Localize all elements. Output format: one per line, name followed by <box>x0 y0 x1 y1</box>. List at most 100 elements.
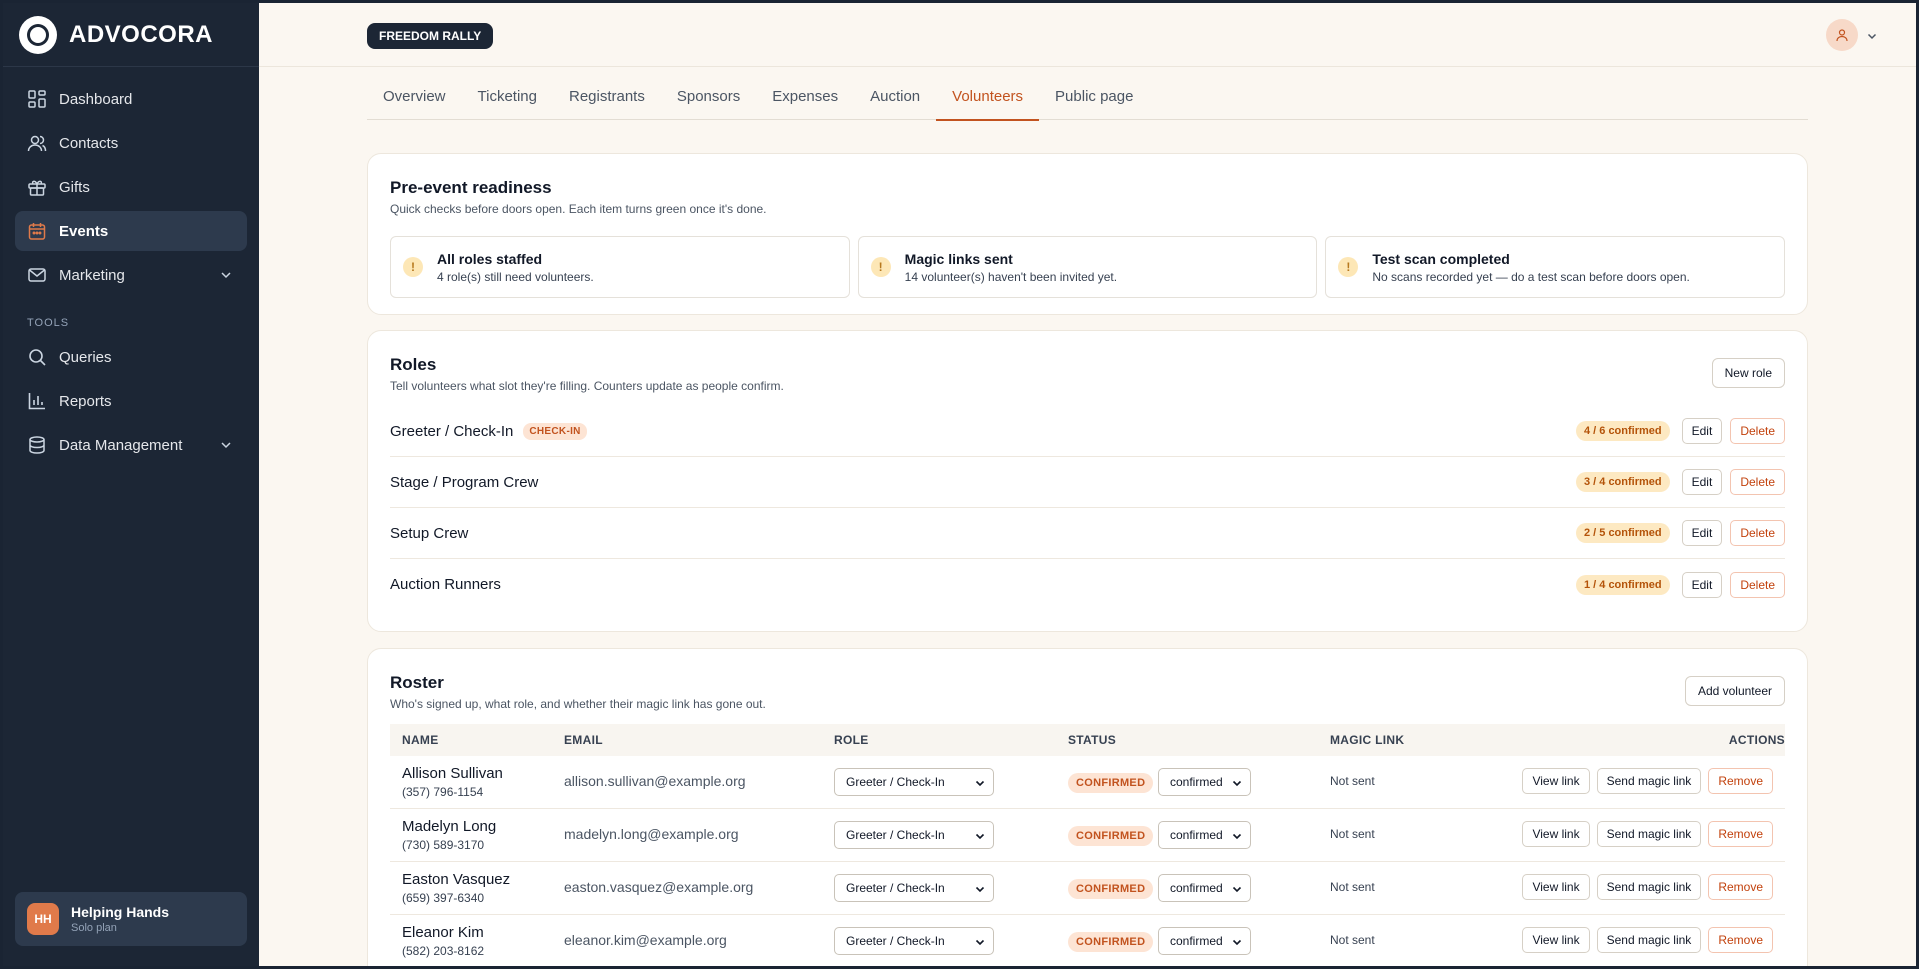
sidebar-item-reports[interactable]: Reports <box>15 381 247 421</box>
status-select[interactable]: confirmed <box>1158 874 1251 902</box>
sidebar-item-dashboard[interactable]: Dashboard <box>15 79 247 119</box>
check-desc: 4 role(s) still need volunteers. <box>437 269 594 284</box>
remove-volunteer-button[interactable]: Remove <box>1708 874 1773 900</box>
tab-ticketing[interactable]: Ticketing <box>462 85 553 120</box>
edit-role-button[interactable]: Edit <box>1681 469 1723 495</box>
column-header-actions: ACTIONS <box>1728 733 1785 747</box>
chevron-down-icon <box>1232 780 1242 787</box>
status-badge: CONFIRMED <box>1068 773 1154 793</box>
status-select-value: confirmed <box>1170 828 1223 842</box>
sidebar-item-queries[interactable]: Queries <box>15 337 247 377</box>
volunteer-name: Easton Vasquez <box>402 871 511 888</box>
role-select[interactable]: Greeter / Check-In <box>834 927 994 955</box>
roster-subtitle: Who's signed up, what role, and whether … <box>390 697 766 711</box>
row-actions: View link Send magic link Remove <box>1522 821 1773 847</box>
readiness-title: Pre-event readiness <box>390 178 552 197</box>
remove-volunteer-button[interactable]: Remove <box>1708 927 1773 953</box>
user-avatar-button[interactable] <box>1826 19 1858 51</box>
status-select[interactable]: confirmed <box>1158 927 1251 955</box>
role-select[interactable]: Greeter / Check-In <box>834 874 994 902</box>
status-select-value: confirmed <box>1170 881 1223 895</box>
tab-sponsors[interactable]: Sponsors <box>661 85 756 120</box>
remove-volunteer-button[interactable]: Remove <box>1708 821 1773 847</box>
magic-link-status: Not sent <box>1330 880 1375 894</box>
status-badge: CONFIRMED <box>1068 826 1154 846</box>
sidebar-item-events[interactable]: Events <box>15 211 247 251</box>
column-header-status: STATUS <box>1068 733 1117 747</box>
column-header-email: EMAIL <box>564 733 603 747</box>
volunteer-email: easton.vasquez@example.org <box>564 879 754 895</box>
row-actions: View link Send magic link Remove <box>1522 874 1773 900</box>
topbar: FREEDOM RALLY <box>259 3 1916 67</box>
view-link-button[interactable]: View link <box>1522 874 1590 900</box>
volunteer-phone: (582) 203-8162 <box>402 944 485 958</box>
org-switcher[interactable]: HH Helping Hands Solo plan <box>15 892 247 946</box>
sidebar-item-label: Contacts <box>59 134 119 152</box>
gift-icon <box>27 177 47 197</box>
magic-link-status: Not sent <box>1330 774 1375 788</box>
role-actions: 2 / 5 confirmed Edit Delete <box>1575 520 1785 546</box>
role-actions: 1 / 4 confirmed Edit Delete <box>1575 571 1785 598</box>
chevron-down-icon[interactable] <box>1866 30 1878 42</box>
send-magic-link-button[interactable]: Send magic link <box>1596 874 1702 900</box>
status-badge: CONFIRMED <box>1068 932 1154 952</box>
status-select-value: confirmed <box>1170 775 1223 789</box>
user-icon <box>1836 29 1848 42</box>
sidebar-item-contacts[interactable]: Contacts <box>15 123 247 163</box>
column-header-role: ROLE <box>834 733 869 747</box>
sidebar-item-label: Events <box>59 222 109 240</box>
send-magic-link-button[interactable]: Send magic link <box>1596 927 1702 953</box>
role-select[interactable]: Greeter / Check-In <box>834 821 994 849</box>
tab-registrants[interactable]: Registrants <box>553 85 661 120</box>
tab-overview[interactable]: Overview <box>367 85 462 120</box>
readiness-card: Pre-event readiness Quick checks before … <box>367 153 1808 315</box>
send-magic-link-button[interactable]: Send magic link <box>1596 768 1702 794</box>
role-select-value: Greeter / Check-In <box>846 934 945 948</box>
tools-nav: Queries Reports Data Management <box>3 337 259 465</box>
edit-role-button[interactable]: Edit <box>1681 520 1723 546</box>
volunteer-email: allison.sullivan@example.org <box>564 773 746 789</box>
warning-icon: ! <box>403 257 423 277</box>
sidebar-item-marketing[interactable]: Marketing <box>15 255 247 295</box>
chevron-down-icon[interactable] <box>219 438 233 452</box>
role-row: Auction Runners 1 / 4 confirmed Edit Del… <box>390 559 1785 610</box>
role-select[interactable]: Greeter / Check-In <box>834 768 994 796</box>
tab-expenses[interactable]: Expenses <box>756 85 854 120</box>
edit-role-button[interactable]: Edit <box>1681 571 1723 598</box>
bar-chart-icon <box>27 391 47 411</box>
volunteer-phone: (730) 589-3170 <box>402 838 485 852</box>
chevron-down-icon[interactable] <box>219 268 233 282</box>
check-desc: No scans recorded yet — do a test scan b… <box>1372 269 1690 284</box>
sidebar-item-data-management[interactable]: Data Management <box>15 425 247 465</box>
magic-link-status: Not sent <box>1330 933 1375 947</box>
roster-table-header: NAME EMAIL ROLE STATUS MAGIC LINK ACTION… <box>390 724 1785 756</box>
send-magic-link-button[interactable]: Send magic link <box>1596 821 1702 847</box>
tools-section-label: TOOLS <box>27 317 70 329</box>
tab-public-page[interactable]: Public page <box>1039 85 1149 120</box>
search-icon <box>27 347 47 367</box>
role-actions: 4 / 6 confirmed Edit Delete <box>1575 418 1785 444</box>
tab-auction[interactable]: Auction <box>854 85 936 120</box>
status-select[interactable]: confirmed <box>1158 821 1251 849</box>
new-role-button[interactable]: New role <box>1711 358 1785 388</box>
edit-role-button[interactable]: Edit <box>1681 418 1723 444</box>
volunteer-phone: (659) 397-6340 <box>402 891 485 905</box>
brand[interactable]: ADVOCORA <box>3 3 259 67</box>
view-link-button[interactable]: View link <box>1522 768 1590 794</box>
status-select-value: confirmed <box>1170 934 1223 948</box>
event-tabs: Overview Ticketing Registrants Sponsors … <box>367 85 1808 121</box>
delete-role-button[interactable]: Delete <box>1730 469 1785 495</box>
sidebar-item-gifts[interactable]: Gifts <box>15 167 247 207</box>
view-link-button[interactable]: View link <box>1522 927 1590 953</box>
delete-role-button[interactable]: Delete <box>1730 520 1785 546</box>
delete-role-button[interactable]: Delete <box>1730 571 1785 598</box>
add-volunteer-button[interactable]: Add volunteer <box>1684 676 1785 706</box>
view-link-button[interactable]: View link <box>1522 821 1590 847</box>
table-row: Eleanor Kim (582) 203-8162 eleanor.kim@e… <box>390 915 1785 966</box>
tab-volunteers[interactable]: Volunteers <box>936 85 1039 121</box>
chevron-down-icon <box>1232 939 1242 946</box>
status-select[interactable]: confirmed <box>1158 768 1251 796</box>
sidebar-item-label: Dashboard <box>59 90 133 108</box>
remove-volunteer-button[interactable]: Remove <box>1708 768 1773 794</box>
delete-role-button[interactable]: Delete <box>1730 418 1785 444</box>
